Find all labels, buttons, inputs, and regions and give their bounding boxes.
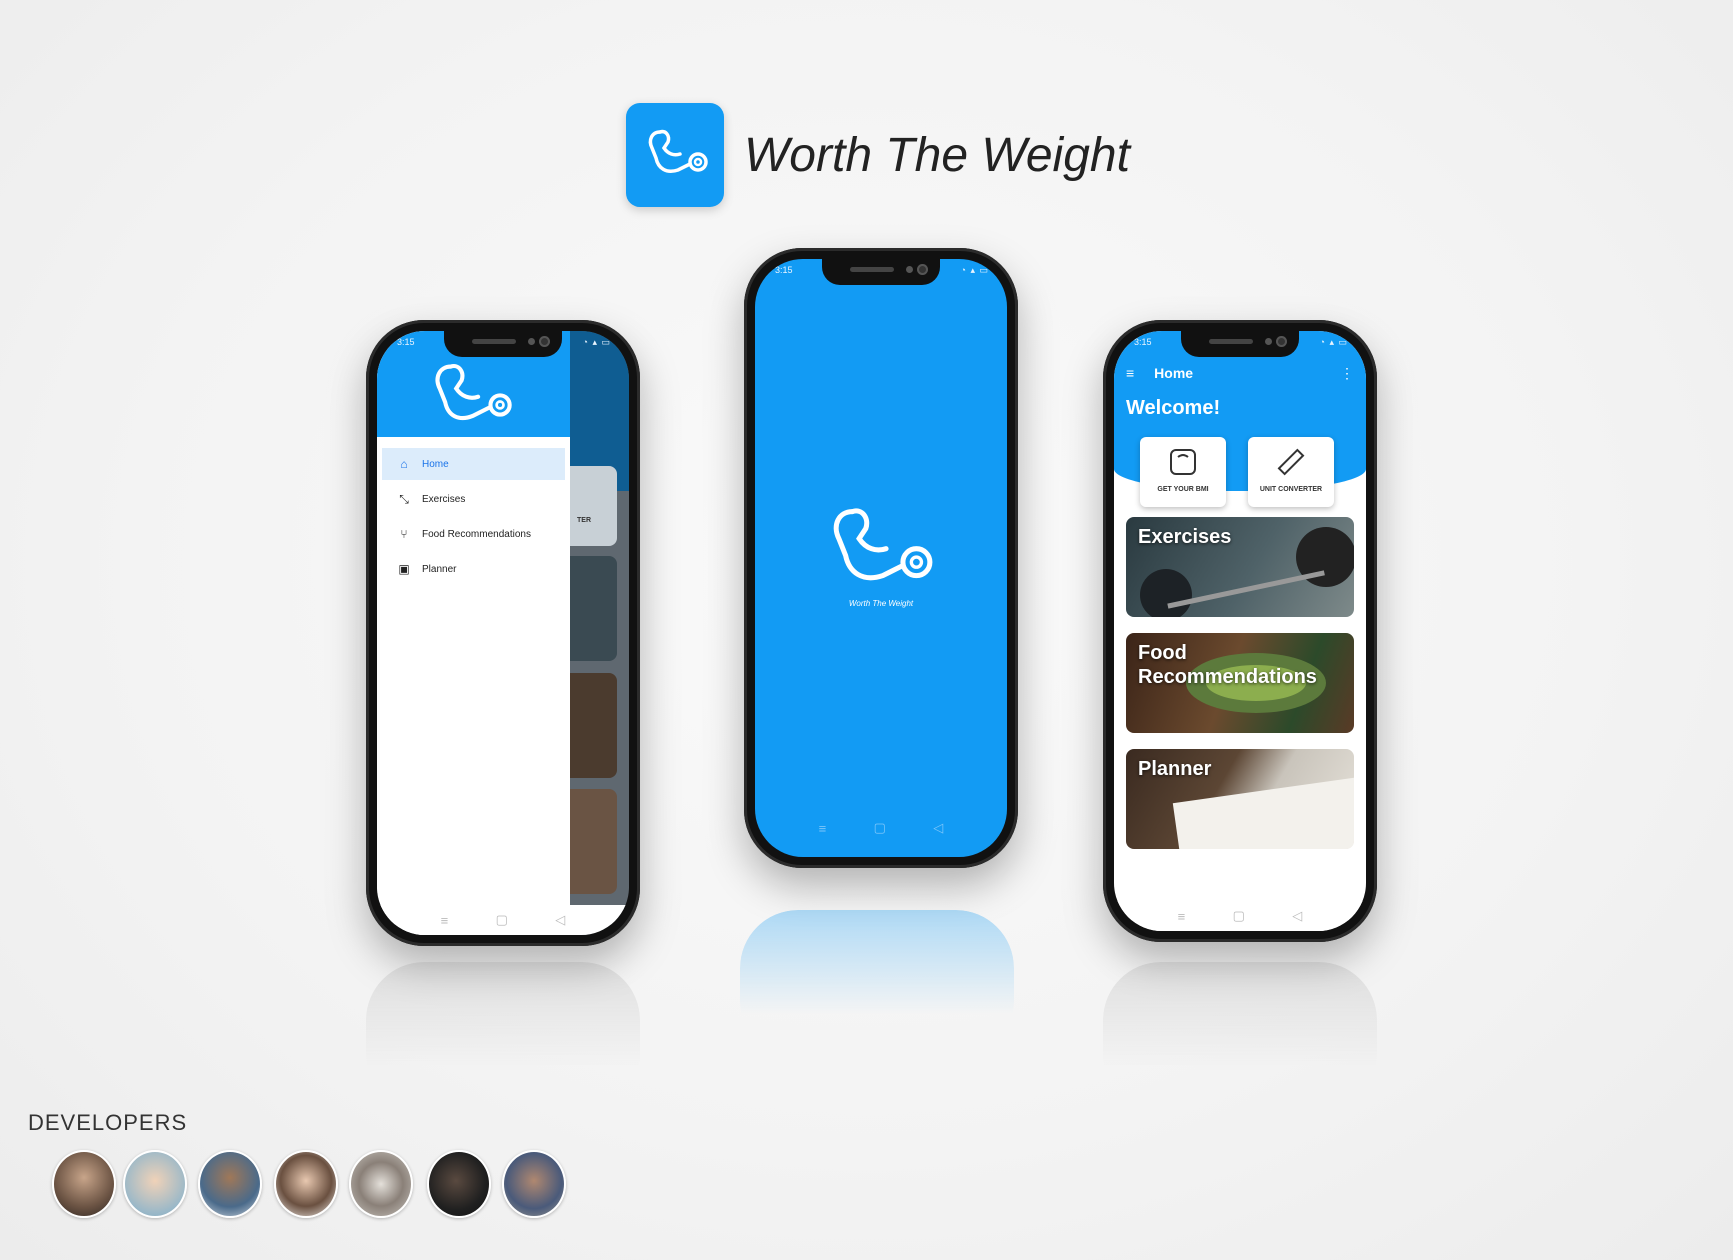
system-nav-bar: ≡ ▢ ◁: [377, 905, 629, 935]
dumbbell-icon: ⤡: [399, 491, 409, 506]
drawer-item-food-recommendations[interactable]: ⑂ Food Recommendations: [382, 518, 565, 550]
developer-avatar: [427, 1150, 491, 1218]
app-toolbar: ≡ Home ⋮: [1126, 361, 1354, 385]
hamburger-menu-icon[interactable]: ≡: [1126, 365, 1134, 381]
app-header: Worth The Weight: [626, 103, 1130, 207]
tile-label: UNIT CONVERTER: [1259, 486, 1323, 493]
bmi-button[interactable]: GET YOUR BMI: [1140, 437, 1226, 507]
unit-converter-button[interactable]: UNIT CONVERTER: [1248, 437, 1334, 507]
back-nav-icon[interactable]: ◁: [1292, 908, 1302, 924]
developer-avatar: [123, 1150, 187, 1218]
calendar-icon: ▣: [398, 562, 410, 576]
peek-label: TER: [577, 517, 591, 524]
menu-nav-icon[interactable]: ≡: [819, 821, 827, 836]
status-time: 3:15: [775, 265, 793, 275]
home-icon: ⌂: [400, 457, 408, 471]
tile-label: GET YOUR BMI: [1157, 486, 1209, 493]
splash-logo-icon: [833, 508, 933, 581]
drawer-item-exercises[interactable]: ⤡ Exercises: [382, 483, 565, 515]
home-screen: 3:15 ◔ ▴ ▭ ≡ Home ⋮ Welcome! GET YOUR BMI…: [1114, 331, 1366, 931]
drawer-item-label: Home: [422, 458, 449, 470]
navigation-drawer: Worth The Weight ⌂ Home ⤡ Exercises ⑂ Fo…: [377, 331, 570, 935]
developers-heading: DEVELOPERS: [28, 1110, 188, 1135]
back-nav-icon[interactable]: ◁: [933, 820, 943, 836]
phone-splash-reflection: [740, 910, 1014, 1060]
system-nav-bar: ≡ ▢ ◁: [755, 813, 1007, 843]
system-nav-bar: ≡ ▢ ◁: [1114, 901, 1366, 931]
drawer-item-planner[interactable]: ▣ Planner: [382, 553, 565, 585]
developer-avatar: [52, 1150, 116, 1218]
drawer-item-label: Exercises: [422, 493, 466, 505]
feature-label: Planner: [1138, 758, 1212, 780]
phone-home: 3:15 ◔ ▴ ▭ ≡ Home ⋮ Welcome! GET YOUR BMI…: [1103, 320, 1377, 942]
developer-avatar: [198, 1150, 262, 1218]
home-nav-icon[interactable]: ▢: [1233, 908, 1245, 924]
menu-nav-icon[interactable]: ≡: [1178, 909, 1186, 924]
home-nav-icon[interactable]: ▢: [496, 912, 508, 928]
phone-drawer-reflection: [366, 962, 640, 1112]
developer-avatar: [274, 1150, 338, 1218]
toolbar-title: Home: [1154, 365, 1194, 381]
ruler-icon: [1277, 448, 1305, 476]
app-logo-icon: [626, 103, 724, 207]
exercises-card[interactable]: Exercises: [1126, 517, 1354, 617]
splash-screen: 3:15 ◔ ▴ ▭ Worth The Weight ≡ ▢ ◁: [755, 259, 1007, 857]
drawer-logo-icon: [435, 363, 512, 421]
phone-drawer: TER 3:15◔ ▴ ▭ Worth The Weight ⌂ Home ⤡: [366, 320, 640, 946]
feature-label: Food Recommendations: [1138, 642, 1317, 688]
welcome-heading: Welcome!: [1126, 397, 1221, 419]
phone-home-reflection: [1103, 962, 1377, 1112]
home-nav-icon[interactable]: ▢: [874, 820, 886, 836]
food-recommendations-card[interactable]: Food Recommendations: [1126, 633, 1354, 733]
drawer-item-label: Food Recommendations: [422, 528, 531, 540]
developer-avatar: [349, 1150, 413, 1218]
splash-caption: Worth The Weight: [848, 599, 914, 608]
cutlery-icon: ⑂: [400, 527, 408, 541]
phone-splash: 3:15 ◔ ▴ ▭ Worth The Weight ≡ ▢ ◁: [744, 248, 1018, 868]
drawer-item-home[interactable]: ⌂ Home: [382, 448, 565, 480]
drawer-caption: Worth The Weight: [445, 438, 502, 445]
planner-card[interactable]: Planner: [1126, 749, 1354, 849]
drawer-item-label: Planner: [422, 563, 457, 575]
scale-icon: [1170, 449, 1196, 475]
menu-nav-icon[interactable]: ≡: [441, 913, 449, 928]
overflow-menu-icon[interactable]: ⋮: [1340, 365, 1354, 382]
status-time: 3:15: [1134, 337, 1152, 347]
app-title: Worth The Weight: [744, 128, 1130, 182]
drawer-screen: TER 3:15◔ ▴ ▭ Worth The Weight ⌂ Home ⤡: [377, 331, 629, 935]
feature-label: Exercises: [1138, 526, 1232, 548]
back-nav-icon[interactable]: ◁: [555, 912, 565, 928]
status-time: 3:15: [397, 337, 415, 347]
developer-avatar: [502, 1150, 566, 1218]
